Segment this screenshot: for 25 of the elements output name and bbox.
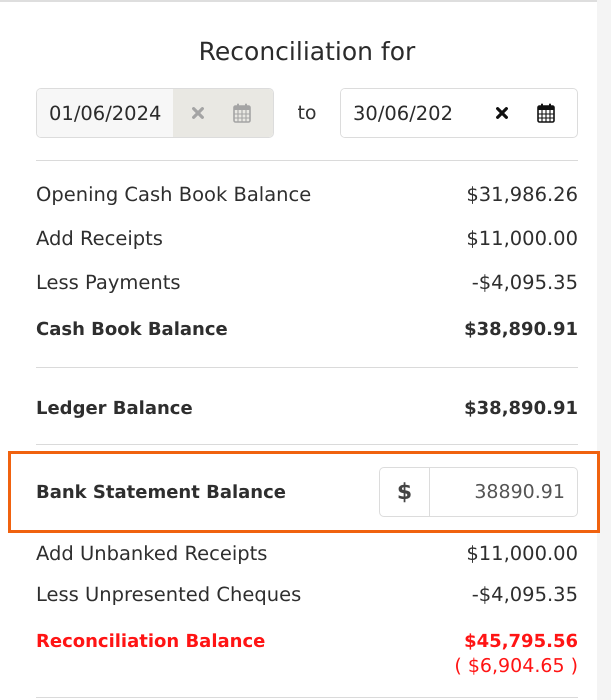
reconciliation-amount: $45,795.56 xyxy=(464,630,578,654)
date-picker[interactable]: 30/06/202 xyxy=(340,88,578,138)
row-amount: -$4,095.35 xyxy=(472,270,578,294)
reconciliation-label: Reconciliation Balance xyxy=(36,630,266,654)
row-amount: $11,000.00 xyxy=(466,226,578,250)
difference-amount: ( $6,904.65 ) xyxy=(454,654,578,679)
currency-addon: $ xyxy=(379,467,430,517)
row-label: Less Unpresented Cheques xyxy=(36,583,302,606)
bank-balance-label: Bank Statement Balance xyxy=(36,482,286,502)
bank-balance-field[interactable]: 38890.91 xyxy=(430,467,578,517)
row-label: Ledger Balance xyxy=(36,398,193,418)
row-label: Cash Book Balance xyxy=(36,318,228,340)
row-label: Add Unbanked Receipts xyxy=(36,542,268,565)
page-title: Reconciliation for xyxy=(198,36,416,68)
row-label: Less Payments xyxy=(36,270,181,294)
calendar-icon[interactable] xyxy=(537,103,555,123)
row-amount: $38,890.91 xyxy=(464,318,578,340)
row-label: Add Receipts xyxy=(36,226,163,250)
row-label: Opening Cash Book Balance xyxy=(36,182,312,206)
row-amount: -$4,095.35 xyxy=(472,583,578,606)
range-separator: to xyxy=(296,102,318,124)
clear-icon[interactable] xyxy=(495,106,509,120)
row-amount: $11,000.00 xyxy=(466,542,578,565)
row-amount: $38,890.91 xyxy=(464,398,578,418)
row-amount: $31,986.26 xyxy=(466,182,578,206)
